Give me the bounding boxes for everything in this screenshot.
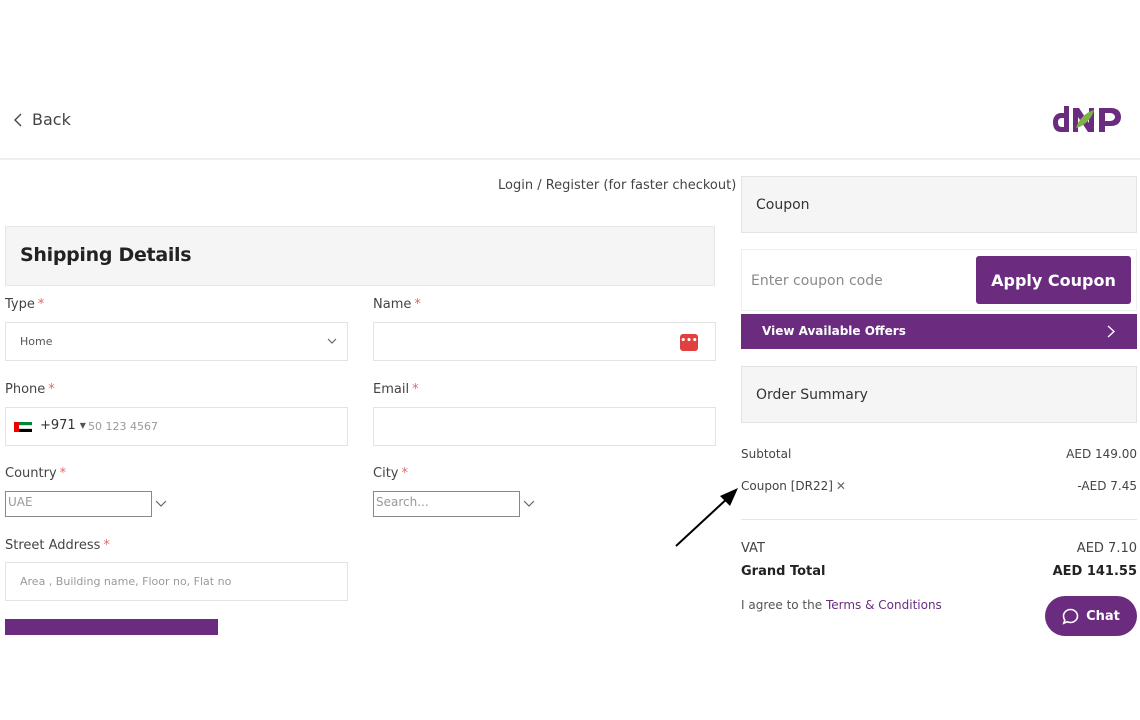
view-offers-button[interactable]: View Available Offers	[741, 314, 1137, 349]
type-select-value: Home	[20, 335, 53, 348]
city-search-input[interactable]: Search...	[373, 491, 520, 517]
header-divider	[0, 158, 1140, 160]
country-code-select[interactable]: +971 ▼	[40, 418, 86, 433]
back-label: Back	[32, 110, 71, 129]
uae-flag-icon[interactable]	[14, 422, 32, 433]
summary-divider	[741, 519, 1137, 520]
caret-down-icon: ▼	[79, 421, 86, 430]
close-icon[interactable]: ✕	[836, 479, 846, 493]
coupon-discount-label: Coupon [DR22]	[741, 479, 833, 493]
terms-agreement: I agree to the Terms & Conditions	[741, 598, 942, 612]
street-address-placeholder: Area , Building name, Floor no, Flat no	[20, 575, 232, 588]
chat-label: Chat	[1086, 608, 1120, 624]
coupon-code-input[interactable]: Enter coupon code	[751, 273, 883, 289]
phone-placeholder: 50 123 4567	[88, 420, 158, 433]
order-summary-title: Order Summary	[756, 387, 868, 403]
terms-prefix: I agree to the	[741, 598, 823, 612]
order-summary-header: Order Summary	[741, 366, 1137, 423]
dnp-logo	[1053, 106, 1121, 132]
street-address-field[interactable]: Area , Building name, Floor no, Flat no	[5, 562, 348, 601]
city-label: City *	[373, 466, 408, 481]
coupon-discount-value: -AED 7.45	[1077, 479, 1137, 493]
subtotal-value: AED 149.00	[1066, 447, 1137, 461]
back-button[interactable]: Back	[12, 110, 71, 129]
continue-button[interactable]	[5, 619, 218, 635]
email-label: Email *	[373, 382, 419, 397]
phone-label: Phone *	[5, 382, 55, 397]
type-select[interactable]: Home	[5, 322, 348, 361]
subtotal-label: Subtotal	[741, 447, 792, 461]
grand-total-label: Grand Total	[741, 564, 826, 579]
chevron-down-icon	[327, 338, 337, 344]
grand-total-value: AED 141.55	[1052, 564, 1137, 579]
country-input[interactable]: UAE	[5, 491, 152, 517]
country-label: Country *	[5, 466, 67, 481]
vat-label: VAT	[741, 541, 765, 556]
coupon-title: Coupon	[756, 197, 810, 213]
annotation-arrow	[675, 488, 738, 547]
chevron-down-icon[interactable]	[523, 500, 535, 508]
shipping-details-header: Shipping Details	[5, 226, 715, 286]
chevron-left-icon	[14, 113, 22, 126]
terms-link[interactable]: Terms & Conditions	[826, 598, 942, 612]
email-field[interactable]	[373, 407, 716, 446]
login-register-link[interactable]: Login / Register (for faster checkout)	[498, 178, 736, 193]
phone-field[interactable]: +971 ▼ 50 123 4567	[5, 407, 348, 446]
street-address-label: Street Address *	[5, 538, 110, 553]
autofill-icon[interactable]: •••	[680, 334, 698, 351]
chevron-down-icon[interactable]	[155, 500, 167, 508]
chevron-right-icon	[1107, 325, 1115, 338]
name-label: Name *	[373, 297, 421, 312]
apply-coupon-button[interactable]: Apply Coupon	[976, 256, 1131, 304]
vat-value: AED 7.10	[1076, 541, 1137, 556]
view-offers-label: View Available Offers	[762, 324, 906, 338]
coupon-row: Enter coupon code Apply Coupon	[741, 249, 1137, 311]
coupon-section-header: Coupon	[741, 176, 1137, 233]
name-field[interactable]: •••	[373, 322, 716, 361]
chat-button[interactable]: Chat	[1045, 596, 1137, 636]
dial-code: +971	[40, 418, 76, 433]
chat-bubble-icon	[1062, 608, 1079, 625]
shipping-details-title: Shipping Details	[20, 244, 192, 266]
type-label: Type *	[5, 297, 45, 312]
